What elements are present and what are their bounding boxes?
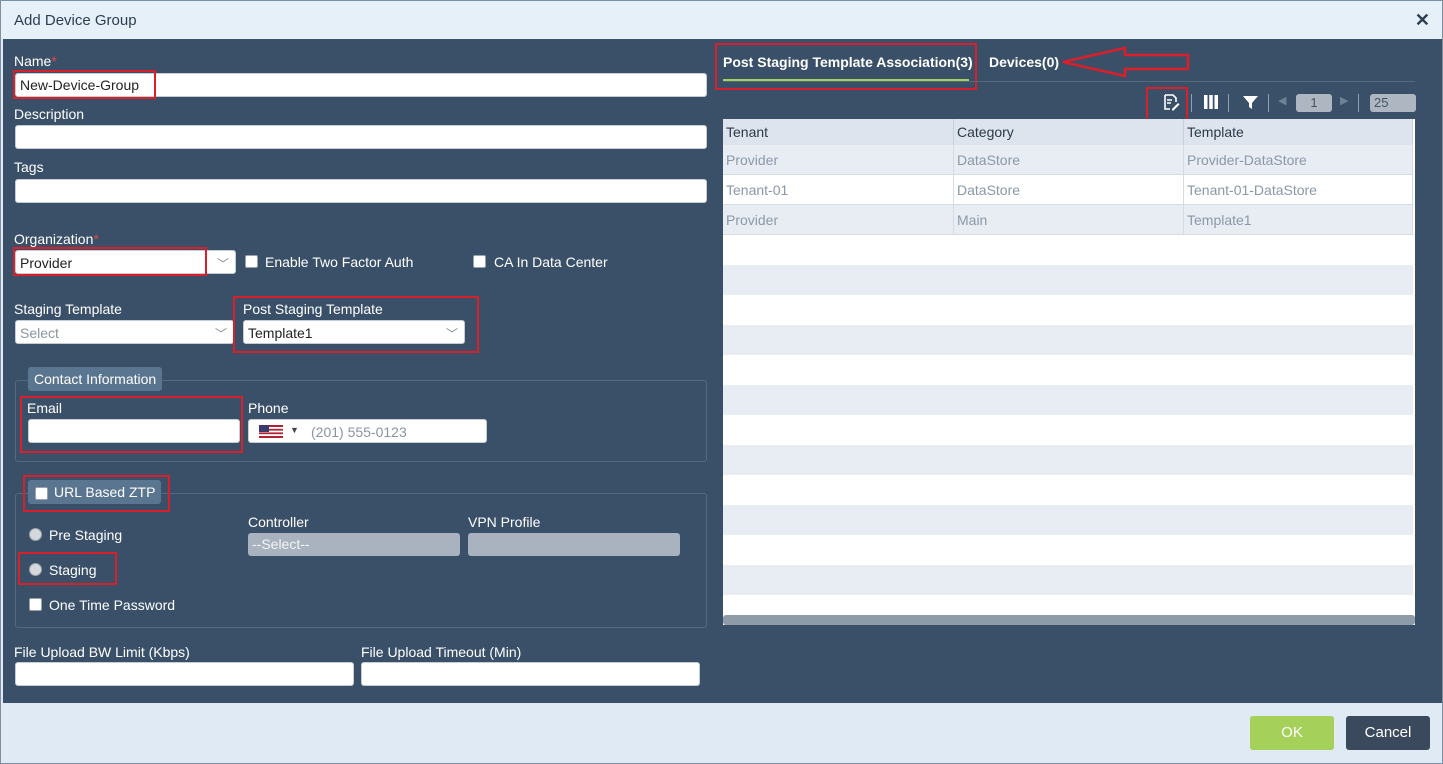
column-header-category[interactable]: Category (954, 119, 1184, 145)
empty-row-stripe (723, 265, 1413, 295)
cell-tenant: Tenant-01 (723, 175, 954, 205)
staging-template-placeholder: Select (20, 325, 59, 341)
timeout-label: File Upload Timeout (Min) (361, 644, 522, 660)
toolbar-divider (1191, 94, 1192, 112)
phone-input[interactable]: ▼ (201) 555-0123 (248, 419, 487, 443)
toolbar-divider (1358, 94, 1359, 112)
highlight-post-staging (233, 296, 479, 353)
column-header-template[interactable]: Template (1184, 119, 1413, 145)
description-label: Description (14, 106, 85, 122)
toolbar-divider (1268, 94, 1269, 112)
add-device-group-dialog: Add Device Group ✕ Name* Description Tag… (0, 0, 1443, 764)
empty-row-stripe (723, 445, 1413, 475)
empty-row-stripe (723, 325, 1413, 355)
tab-devices[interactable]: Devices(0) (989, 54, 1059, 70)
controller-placeholder: --Select-- (252, 536, 310, 552)
ok-button[interactable]: OK (1250, 716, 1334, 750)
highlight-url-ztp (23, 475, 170, 512)
pre-staging-label: Pre Staging (49, 527, 123, 543)
cell-category: DataStore (954, 145, 1184, 175)
us-flag-icon[interactable] (259, 425, 283, 438)
bw-limit-input[interactable] (15, 662, 354, 686)
page-size-select[interactable]: 25 (1370, 94, 1416, 112)
cell-template: Provider-DataStore (1184, 145, 1413, 175)
cell-tenant: Provider (723, 145, 954, 175)
description-input[interactable] (15, 125, 707, 149)
tags-label: Tags (14, 159, 44, 175)
prev-page-icon[interactable]: ◀ (1278, 94, 1286, 107)
cancel-button[interactable]: Cancel (1346, 716, 1430, 750)
table-row[interactable]: Provider Main Template1 (723, 205, 1413, 235)
vpn-profile-label: VPN Profile (468, 514, 541, 530)
empty-row-stripe (723, 565, 1413, 595)
highlight-tab (715, 43, 977, 90)
next-page-icon[interactable]: ▶ (1340, 94, 1348, 107)
controller-label: Controller (248, 514, 309, 530)
highlight-organization (13, 247, 207, 276)
table-row[interactable]: Provider DataStore Provider-DataStore (723, 145, 1413, 175)
chevron-down-icon: ﹀ (214, 327, 227, 341)
phone-label: Phone (248, 400, 289, 416)
dialog-titlebar: Add Device Group ✕ (1, 1, 1442, 39)
cell-category: DataStore (954, 175, 1184, 205)
close-icon[interactable]: ✕ (1415, 10, 1430, 31)
highlight-staging (18, 552, 117, 585)
chevron-down-icon: ﹀ (216, 257, 229, 271)
dialog-title: Add Device Group (14, 12, 137, 29)
horizontal-scrollbar[interactable] (723, 615, 1415, 625)
toolbar-divider (1228, 94, 1229, 112)
caret-down-icon[interactable]: ▼ (290, 425, 299, 435)
pre-staging-radio[interactable] (29, 528, 42, 541)
name-label: Name* (14, 53, 57, 69)
column-header-tenant[interactable]: Tenant (723, 119, 954, 145)
columns-icon[interactable] (1203, 94, 1219, 114)
highlight-name (13, 70, 156, 99)
otp-label: One Time Password (49, 597, 176, 613)
association-table: Tenant Category Template Provider DataSt… (723, 119, 1415, 625)
empty-row-stripe (723, 505, 1413, 535)
table-row[interactable]: Tenant-01 DataStore Tenant-01-DataStore (723, 175, 1413, 205)
cell-template: Tenant-01-DataStore (1184, 175, 1413, 205)
tab-divider (723, 81, 1415, 82)
staging-template-label: Staging Template (14, 301, 122, 317)
cell-template: Template1 (1184, 205, 1413, 235)
empty-row-stripe (723, 385, 1413, 415)
staging-template-select[interactable]: Select ﹀ (15, 320, 234, 344)
contact-legend: Contact Information (28, 367, 163, 391)
cell-category: Main (954, 205, 1184, 235)
red-arrow-annotation (1062, 46, 1190, 78)
phone-placeholder: (201) 555-0123 (311, 424, 407, 440)
timeout-input[interactable] (361, 662, 700, 686)
tags-input[interactable] (15, 179, 707, 203)
two-factor-checkbox[interactable] (245, 255, 258, 268)
otp-checkbox[interactable] (29, 598, 42, 611)
dialog-footer: OK Cancel (1, 703, 1442, 763)
ca-label: CA In Data Center (494, 254, 608, 270)
bw-limit-label: File Upload BW Limit (Kbps) (14, 644, 190, 660)
organization-label: Organization* (14, 231, 99, 247)
page-input[interactable]: 1 (1296, 94, 1332, 112)
highlight-edit (1146, 87, 1188, 122)
filter-icon[interactable] (1243, 95, 1258, 114)
controller-select[interactable]: --Select-- (248, 533, 460, 556)
vpn-profile-select[interactable] (468, 533, 680, 556)
highlight-email (20, 396, 243, 453)
ca-checkbox[interactable] (473, 255, 486, 268)
cell-tenant: Provider (723, 205, 954, 235)
two-factor-label: Enable Two Factor Auth (265, 254, 414, 270)
